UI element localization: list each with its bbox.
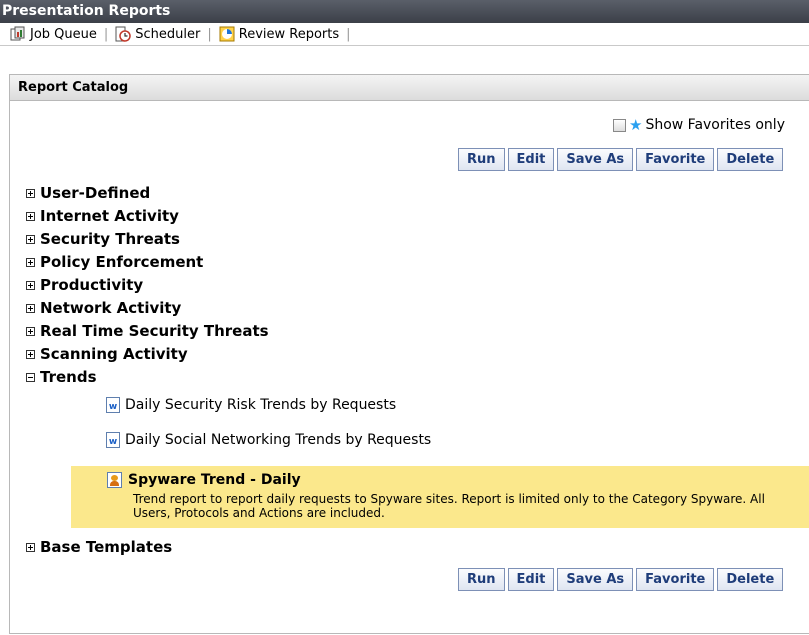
tree-node-label: Productivity (40, 276, 144, 294)
expand-icon[interactable] (26, 542, 35, 552)
tree-node-real-time-security-threats[interactable]: Real Time Security Threats (26, 322, 269, 340)
report-tree: User-Defined Internet Activity Security … (26, 75, 806, 635)
tree-node-network-activity[interactable]: Network Activity (26, 299, 181, 317)
tree-node-label: Policy Enforcement (40, 253, 204, 271)
report-label: Daily Security Risk Trends by Requests (125, 397, 397, 413)
report-label: Daily Social Networking Trends by Reques… (125, 432, 432, 448)
scheduler-label: Scheduler (135, 26, 201, 42)
job-queue-link[interactable]: Job Queue (10, 26, 97, 42)
tree-node-label: Base Templates (40, 538, 173, 556)
report-catalog-panel: Report Catalog ★ Show Favorites only Run… (9, 74, 809, 634)
tree-node-trends[interactable]: Trends (26, 368, 97, 386)
tree-node-label: Network Activity (40, 299, 182, 317)
report-document-icon: w (106, 397, 120, 413)
job-queue-label: Job Queue (30, 26, 97, 42)
app-title-bar: Presentation Reports (0, 0, 809, 23)
tree-node-productivity[interactable]: Productivity (26, 276, 143, 294)
tree-node-label: Scanning Activity (40, 345, 188, 363)
job-queue-icon (10, 26, 25, 41)
tree-node-label: Real Time Security Threats (40, 322, 269, 340)
tree-node-internet-activity[interactable]: Internet Activity (26, 207, 179, 225)
tree-node-scanning-activity[interactable]: Scanning Activity (26, 345, 188, 363)
scheduler-link[interactable]: Scheduler (115, 26, 200, 42)
selected-report-title-label: Spyware Trend - Daily (128, 472, 301, 488)
report-daily-security-risk-trends[interactable]: w Daily Security Risk Trends by Requests (106, 397, 396, 413)
tree-node-security-threats[interactable]: Security Threats (26, 230, 180, 248)
expand-icon[interactable] (26, 188, 35, 198)
tree-node-policy-enforcement[interactable]: Policy Enforcement (26, 253, 203, 271)
review-reports-icon (219, 26, 235, 42)
tree-node-user-defined[interactable]: User-Defined (26, 184, 150, 202)
report-document-icon: w (106, 432, 120, 448)
expand-icon[interactable] (26, 303, 35, 313)
delete-button[interactable]: Delete (717, 568, 784, 591)
collapse-icon[interactable] (26, 372, 35, 382)
edit-button[interactable]: Edit (507, 568, 555, 591)
scheduler-icon (115, 26, 132, 42)
run-button[interactable]: Run (458, 568, 505, 591)
expand-icon[interactable] (26, 257, 35, 267)
selected-report-description: Trend report to report daily requests to… (133, 492, 765, 520)
action-buttons-bottom: Run Edit Save As Favorite Delete (458, 568, 786, 591)
toolbar-divider: | (103, 26, 109, 42)
toolbar-divider: | (207, 26, 212, 42)
selected-report-title[interactable]: Spyware Trend - Daily (107, 472, 301, 488)
tree-node-label: Trends (40, 368, 97, 386)
favorite-button[interactable]: Favorite (636, 568, 715, 591)
review-reports-link[interactable]: Review Reports (219, 26, 339, 42)
expand-icon[interactable] (26, 349, 35, 359)
tree-node-label: Security Threats (40, 230, 180, 248)
report-daily-social-networking-trends[interactable]: w Daily Social Networking Trends by Requ… (106, 432, 431, 448)
toolbar: Job Queue | Scheduler | Review Reports | (0, 23, 809, 46)
tree-node-base-templates[interactable]: Base Templates (26, 538, 172, 556)
expand-icon[interactable] (26, 326, 35, 336)
page-title: Presentation Reports (2, 3, 171, 19)
selected-report-spyware-trend[interactable]: Spyware Trend - Daily Trend report to re… (71, 466, 809, 528)
user-report-icon (107, 472, 122, 488)
expand-icon[interactable] (26, 234, 35, 244)
save-as-button[interactable]: Save As (557, 568, 634, 591)
expand-icon[interactable] (26, 280, 35, 290)
tree-node-label: Internet Activity (40, 207, 179, 225)
toolbar-divider: | (346, 26, 351, 42)
review-reports-label: Review Reports (238, 26, 340, 42)
expand-icon[interactable] (26, 211, 35, 221)
tree-node-label: User-Defined (40, 184, 151, 202)
